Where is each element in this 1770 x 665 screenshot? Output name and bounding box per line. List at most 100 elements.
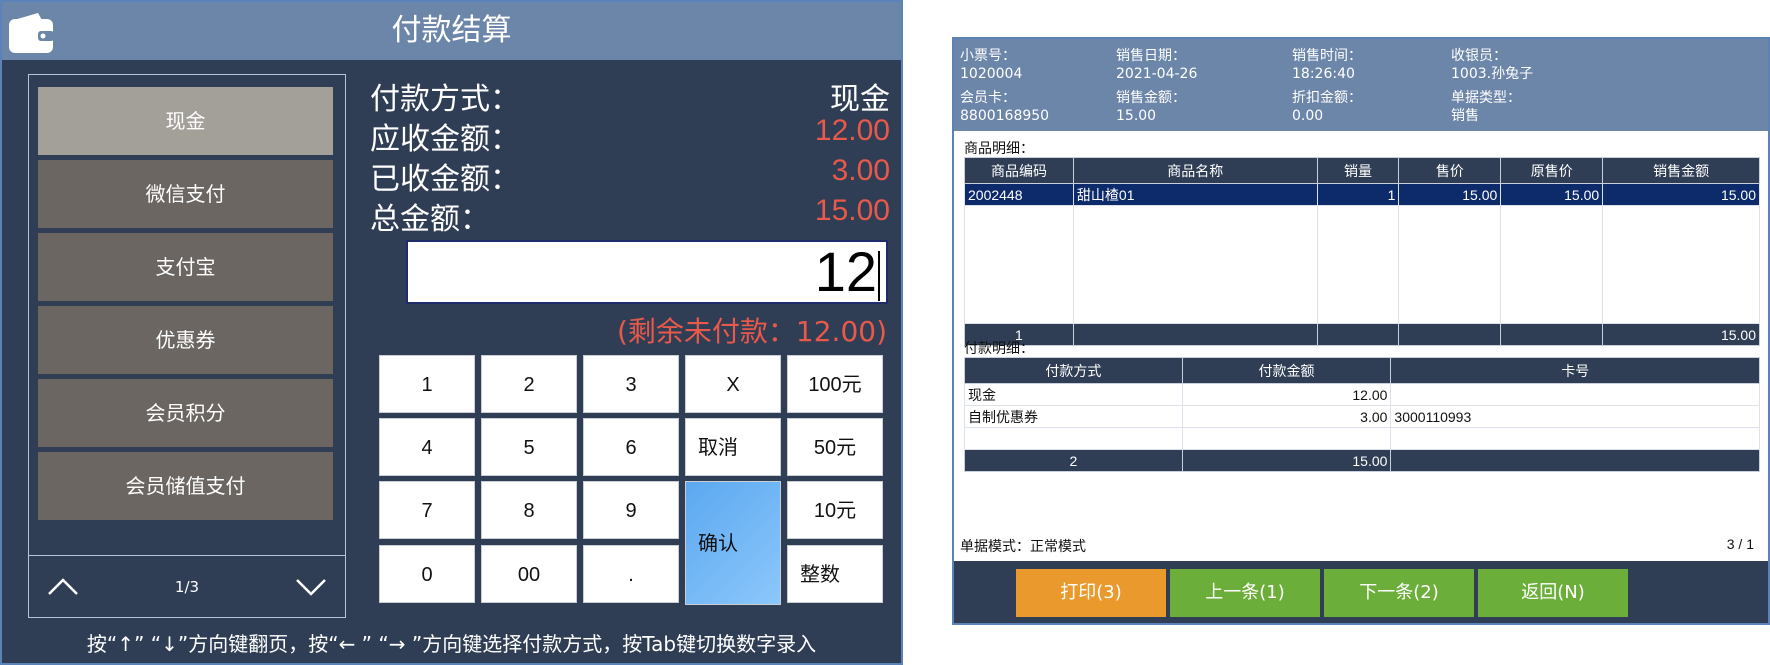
card-no: [1390, 383, 1760, 406]
remaining-unpaid: (剩余未付款：12.00): [616, 315, 887, 348]
amount-input[interactable]: 12: [406, 240, 888, 304]
goods-table: 商品编码 商品名称 销量 售价 原售价 销售金额 2002448 甜山楂01 1…: [964, 157, 1760, 346]
goods-amount: 15.00: [1602, 183, 1760, 206]
method-coupon[interactable]: 优惠券: [38, 306, 333, 374]
sale-amount-value: 15.00: [1116, 108, 1157, 124]
key-1[interactable]: 1: [379, 355, 475, 413]
received-label: 已收金额：: [370, 162, 520, 197]
method-pager: 1/3: [29, 555, 345, 617]
key-2[interactable]: 2: [481, 355, 577, 413]
goods-orig-price: 15.00: [1500, 183, 1604, 206]
action-bar: 打印(3) 上一条(1) 下一条(2) 返回(N): [954, 561, 1768, 623]
ticket-no-label: 小票号：: [960, 48, 1016, 64]
info-pay-method: 付款方式： 现金: [370, 74, 890, 117]
confirm-button[interactable]: 确认: [685, 481, 781, 605]
pay-method-label: 付款方式：: [370, 82, 520, 117]
record-page-indicator: 3 / 1: [1726, 536, 1754, 552]
key-0[interactable]: 0: [379, 545, 475, 603]
card-no: 3000110993: [1390, 405, 1760, 428]
method-wechat[interactable]: 微信支付: [38, 160, 333, 228]
empty-row: [964, 427, 1760, 450]
method-member-stored-value[interactable]: 会员储值支付: [38, 452, 333, 520]
doc-type-value: 销售: [1451, 108, 1479, 124]
payment-header-row: 付款方式 付款金额 卡号: [964, 357, 1760, 384]
discount-label: 折扣金额：: [1292, 90, 1362, 106]
sale-time-label: 销售时间：: [1292, 48, 1362, 64]
payment-titlebar: 付款结算: [2, 2, 901, 60]
print-button[interactable]: 打印(3): [1016, 569, 1166, 617]
payment-table: 付款方式 付款金额 卡号 现金 12.00 自制优惠券 3.00 3000110…: [964, 357, 1760, 472]
info-total: 总金额： 15.00: [370, 194, 890, 237]
key-round-integer[interactable]: 整数: [787, 545, 883, 603]
table-row[interactable]: 2002448 甜山楂01 1 15.00 15.00 15.00: [964, 183, 1760, 206]
method-cash[interactable]: 现金: [38, 87, 333, 155]
key-00[interactable]: 00: [481, 545, 577, 603]
col-code[interactable]: 商品编码: [964, 157, 1074, 184]
key-4[interactable]: 4: [379, 418, 475, 476]
payment-section-title: 付款明细：: [964, 341, 1034, 357]
key-100-yuan[interactable]: 100元: [787, 355, 883, 413]
key-backspace[interactable]: X: [685, 355, 781, 413]
amount-input-value: 12: [814, 240, 877, 303]
next-button[interactable]: 下一条(2): [1324, 569, 1474, 617]
key-7[interactable]: 7: [379, 481, 475, 539]
key-3[interactable]: 3: [583, 355, 679, 413]
key-8[interactable]: 8: [481, 481, 577, 539]
goods-name: 甜山楂01: [1072, 183, 1318, 206]
key-5[interactable]: 5: [481, 418, 577, 476]
sale-amount-label: 销售金额：: [1116, 90, 1186, 106]
wallet-icon: [9, 13, 54, 53]
key-10-yuan[interactable]: 10元: [787, 481, 883, 539]
back-button[interactable]: 返回(N): [1478, 569, 1628, 617]
pay-method: 现金: [964, 383, 1183, 406]
received-value: 3.00: [831, 154, 890, 187]
key-50-yuan[interactable]: 50元: [787, 418, 883, 476]
key-dot[interactable]: .: [583, 545, 679, 603]
pay-count: 2: [964, 449, 1183, 472]
col-amount[interactable]: 销售金额: [1602, 157, 1760, 184]
total-value: 15.00: [814, 194, 890, 227]
key-6[interactable]: 6: [583, 418, 679, 476]
member-card-label: 会员卡：: [960, 90, 1016, 106]
col-card-no[interactable]: 卡号: [1390, 357, 1760, 384]
col-name[interactable]: 商品名称: [1072, 157, 1318, 184]
goods-qty: 1: [1316, 183, 1400, 206]
pay-method: 自制优惠券: [964, 405, 1183, 428]
col-pay-method[interactable]: 付款方式: [964, 357, 1183, 384]
pay-method-value: 现金: [830, 83, 890, 116]
pay-total: 15.00: [1181, 449, 1392, 472]
total-label: 总金额：: [370, 202, 490, 237]
goods-header-row: 商品编码 商品名称 销量 售价 原售价 销售金额: [964, 157, 1760, 184]
payment-dialog: 付款结算 现金 微信支付 支付宝 优惠券 会员积分 会员储值支付 1/3 付款方…: [0, 0, 903, 665]
cashier-value: 1003.孙兔子: [1451, 66, 1534, 82]
method-alipay[interactable]: 支付宝: [38, 233, 333, 301]
col-orig-price[interactable]: 原售价: [1500, 157, 1604, 184]
method-member-points[interactable]: 会员积分: [38, 379, 333, 447]
ticket-no-value: 1020004: [960, 66, 1023, 82]
table-row[interactable]: 现金 12.00: [964, 383, 1760, 406]
payment-title: 付款结算: [391, 13, 512, 48]
receivable-value: 12.00: [814, 114, 890, 147]
table-row[interactable]: 自制优惠券 3.00 3000110993: [964, 405, 1760, 428]
goods-code: 2002448: [964, 183, 1074, 206]
doc-type-label: 单据类型：: [1451, 90, 1521, 106]
sale-header: 小票号： 1020004 销售日期： 2021-04-26 销售时间： 18:2…: [954, 39, 1768, 131]
pay-amount: 3.00: [1181, 405, 1392, 428]
goods-price: 15.00: [1398, 183, 1502, 206]
col-pay-amount[interactable]: 付款金额: [1181, 357, 1392, 384]
goods-section-title: 商品明细：: [964, 141, 1034, 157]
col-qty[interactable]: 销量: [1316, 157, 1400, 184]
payment-method-list: 现金 微信支付 支付宝 优惠券 会员积分 会员储值支付 1/3: [28, 74, 346, 618]
cancel-button[interactable]: 取消: [685, 418, 781, 476]
goods-footer-row: 1 15.00: [964, 323, 1760, 346]
previous-button[interactable]: 上一条(1): [1170, 569, 1320, 617]
member-card-value: 8800168950: [960, 108, 1050, 124]
key-9[interactable]: 9: [583, 481, 679, 539]
goods-total: 15.00: [1602, 323, 1760, 346]
col-price[interactable]: 售价: [1398, 157, 1502, 184]
cashier-label: 收银员：: [1451, 48, 1507, 64]
sale-detail-panel: 小票号： 1020004 销售日期： 2021-04-26 销售时间： 18:2…: [952, 37, 1770, 625]
info-received: 已收金额： 3.00: [370, 154, 890, 197]
sale-date-value: 2021-04-26: [1116, 66, 1198, 82]
page-down-icon[interactable]: [293, 570, 329, 604]
